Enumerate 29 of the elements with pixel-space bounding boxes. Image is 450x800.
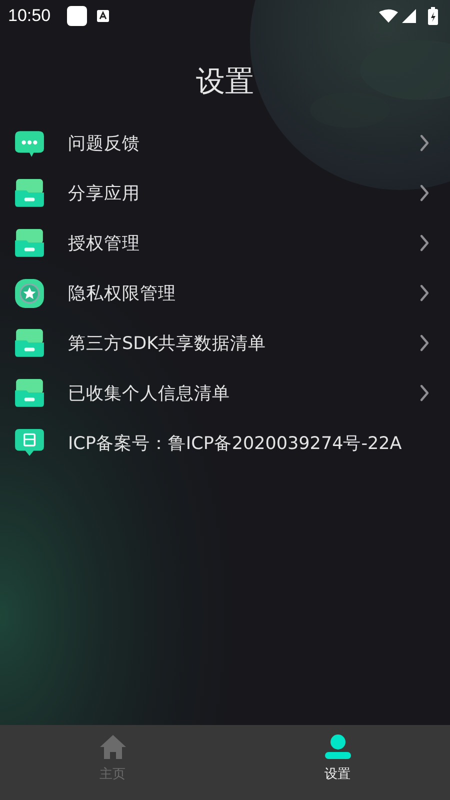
item-label: ICP备案号：鲁ICP备2020039274号-22A — [68, 433, 403, 455]
item-label: 分享应用 — [68, 183, 141, 205]
wifi-icon — [379, 9, 398, 23]
folder-icon — [14, 178, 45, 208]
status-time: 10:50 — [8, 6, 51, 26]
item-label: 隐私权限管理 — [68, 283, 177, 305]
signal-icon — [402, 9, 416, 23]
settings-item[interactable]: 第三方SDK共享数据清单 — [0, 318, 450, 368]
page-title: 设置 — [195, 63, 255, 100]
record-badge-icon — [14, 428, 45, 458]
home-icon — [98, 734, 126, 760]
settings-item[interactable]: 已收集个人信息清单 — [0, 368, 450, 418]
item-label: 第三方SDK共享数据清单 — [68, 333, 268, 355]
settings-item[interactable]: 授权管理 — [0, 218, 450, 268]
folder-icon — [14, 228, 45, 258]
settings-item[interactable]: 隐私权限管理 — [0, 268, 450, 318]
settings-item[interactable]: 分享应用 — [0, 168, 450, 218]
item-label: 问题反馈 — [68, 133, 141, 155]
battery-icon — [428, 7, 438, 25]
app-icon — [66, 6, 87, 26]
folder-icon — [14, 378, 45, 408]
keyboard-icon — [96, 10, 109, 22]
folder-icon — [14, 328, 45, 358]
settings-item[interactable]: 问题反馈 — [0, 118, 450, 168]
person-icon — [324, 734, 352, 760]
nav-tab[interactable]: 设置 — [225, 725, 450, 800]
settings-item[interactable]: ICP备案号：鲁ICP备2020039274号-22A — [0, 418, 450, 468]
item-label: 授权管理 — [68, 233, 141, 255]
item-label: 已收集个人信息清单 — [68, 383, 231, 405]
